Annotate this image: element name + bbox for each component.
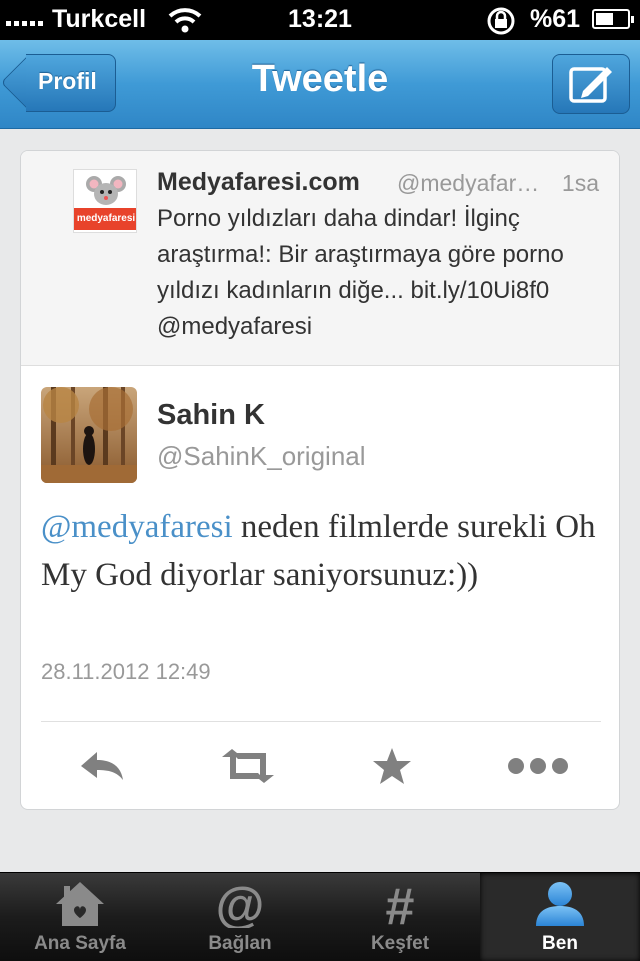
parent-author-name[interactable]: Medyafaresi.com [157, 168, 360, 197]
author-avatar[interactable] [41, 387, 137, 483]
home-icon [56, 882, 104, 926]
tweet-detail-card: medyafaresi Medyafaresi.com @medyafar… 1… [20, 150, 620, 810]
at-icon: @ [216, 880, 265, 928]
favorite-icon [373, 748, 411, 784]
tab-bar: Ana Sayfa @ Bağlan # Keşfet Ben [0, 872, 640, 961]
retweet-button[interactable] [213, 741, 283, 791]
navigation-bar: Profil Tweetle [0, 40, 640, 129]
tab-home[interactable]: Ana Sayfa [0, 873, 160, 961]
person-icon [536, 882, 584, 926]
divider [41, 721, 601, 722]
svg-text:#: # [386, 880, 415, 928]
rotation-lock-icon [484, 6, 518, 43]
compose-button[interactable] [552, 54, 630, 114]
page-title: Tweetle [251, 58, 389, 100]
svg-text:@: @ [216, 880, 265, 928]
parent-avatar[interactable]: medyafaresi [73, 169, 137, 233]
parent-tweet-age: 1sa [561, 170, 599, 196]
parent-tweet-text: Porno yıldızları daha dindar! İlginç ara… [157, 205, 564, 340]
parent-tweet[interactable]: medyafaresi Medyafaresi.com @medyafar… 1… [21, 151, 619, 366]
tab-me-label: Ben [542, 933, 578, 954]
reply-button[interactable] [67, 741, 137, 791]
svg-text:medyafaresi: medyafaresi [77, 213, 136, 224]
hash-icon: # [386, 880, 415, 928]
tab-connect-label: Bağlan [208, 933, 272, 954]
tweet-text: @medyafaresi neden filmlerde surekli Oh … [41, 503, 601, 599]
tab-discover[interactable]: # Keşfet [320, 873, 480, 961]
medyafaresi-logo: medyafaresi [74, 170, 136, 232]
tab-discover-label: Keşfet [370, 933, 430, 954]
retweet-icon [222, 749, 274, 783]
compose-icon [569, 67, 612, 103]
mention-link[interactable]: @medyafaresi [41, 509, 233, 545]
tweet-timestamp: 28.11.2012 12:49 [41, 659, 211, 684]
reply-icon [81, 752, 123, 780]
battery-percent: %61 [530, 5, 581, 33]
author-handle: @SahinK_original [157, 441, 366, 471]
tweet-actions [21, 741, 619, 791]
tab-connect[interactable]: @ Bağlan [160, 873, 320, 961]
parent-author-handle: @medyafar… [397, 170, 540, 196]
more-icon [508, 758, 568, 774]
battery-level [596, 13, 613, 25]
status-bar: Turkcell 13:21 %61 [0, 0, 640, 40]
more-button[interactable] [503, 741, 573, 791]
avatar-photo [41, 387, 137, 483]
tab-me[interactable]: Ben [480, 873, 640, 961]
author-name[interactable]: Sahin K [157, 399, 265, 432]
battery-icon [592, 9, 634, 29]
favorite-button[interactable] [357, 741, 427, 791]
tab-home-label: Ana Sayfa [34, 933, 126, 954]
